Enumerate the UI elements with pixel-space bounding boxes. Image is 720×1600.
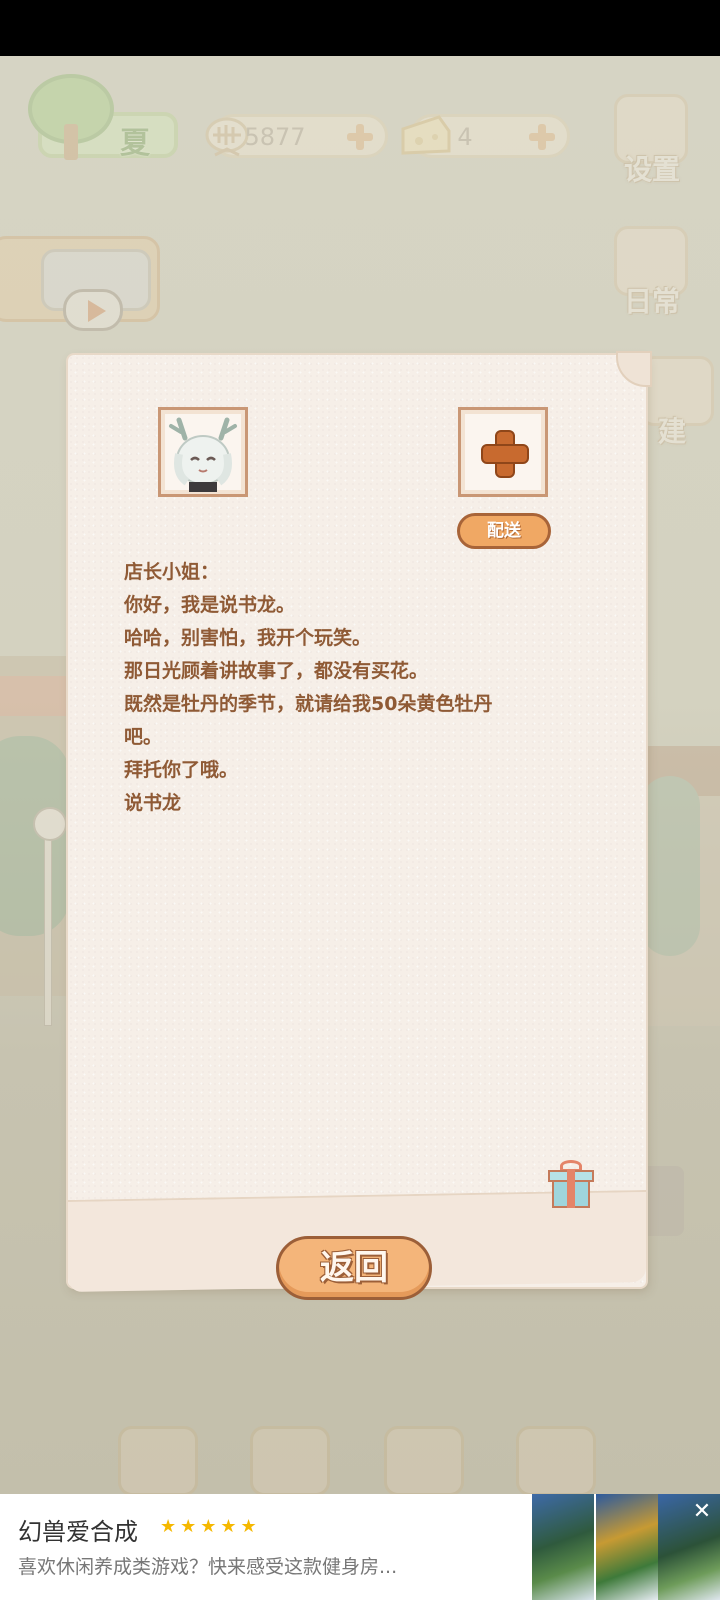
back-button-label: 返回 bbox=[320, 1248, 388, 1288]
back-button[interactable]: 返回 bbox=[276, 1236, 432, 1300]
video-reward-button[interactable] bbox=[0, 236, 160, 331]
letter-line: 哈哈，别害怕，我开个玩笑。 bbox=[124, 627, 372, 649]
bottom-menu-item-2[interactable] bbox=[250, 1426, 330, 1494]
letter-line: 既然是牡丹的季节，就请给我50朵黄色牡丹 bbox=[124, 693, 493, 715]
gift-icon[interactable] bbox=[548, 1160, 594, 1210]
bottom-menu-item-4[interactable] bbox=[516, 1426, 596, 1494]
customer-avatar bbox=[158, 407, 248, 497]
paper-curl bbox=[616, 351, 652, 387]
tree-trunk bbox=[64, 124, 78, 160]
settings-label: 设置 bbox=[623, 153, 680, 186]
letter-line: 吧。 bbox=[124, 726, 163, 748]
letter-line: 拜托你了哦。 bbox=[124, 759, 239, 781]
season-label: 夏 bbox=[120, 126, 150, 161]
letter-signature: 说书龙 bbox=[124, 792, 182, 814]
add-item-slot[interactable] bbox=[458, 407, 548, 497]
deliver-button[interactable]: 配送 bbox=[457, 513, 551, 549]
fish-count: 5877 bbox=[244, 123, 306, 151]
letter-line: 店长小姐： bbox=[124, 561, 220, 583]
cheese-count: 4 bbox=[457, 123, 473, 151]
letter-line: 你好，我是说书龙。 bbox=[124, 594, 296, 616]
status-bar bbox=[0, 0, 720, 56]
letter-line: 那日光顾着讲故事了，都没有买花。 bbox=[124, 660, 429, 682]
daily-button[interactable]: 日常 bbox=[610, 226, 694, 318]
close-icon[interactable]: ✕ bbox=[690, 1500, 714, 1524]
daily-label: 日常 bbox=[623, 285, 680, 318]
play-icon bbox=[63, 289, 123, 331]
tree-right bbox=[640, 776, 700, 956]
ad-banner[interactable]: 幻兽爱合成 ★★★★★ 喜欢休闲养成类游戏？快来感受这款健身房... ✕ bbox=[0, 1494, 720, 1600]
fish-counter: 5877 bbox=[205, 114, 388, 158]
dragon-avatar-icon bbox=[169, 417, 237, 492]
rating-stars: ★★★★★ bbox=[160, 1516, 261, 1537]
season-indicator[interactable]: 夏 bbox=[28, 74, 178, 161]
bottom-menu-item-1[interactable] bbox=[118, 1426, 198, 1494]
ad-title: 幻兽爱合成 bbox=[18, 1518, 138, 1546]
bottom-menu-item-3[interactable] bbox=[384, 1426, 464, 1494]
cheese-counter: 4 bbox=[401, 114, 570, 158]
street-lamp bbox=[33, 807, 67, 1026]
ad-description: 喜欢休闲养成类游戏？快来感受这款健身房... bbox=[18, 1556, 398, 1578]
add-cheese-button[interactable] bbox=[527, 122, 557, 152]
plus-icon bbox=[481, 430, 529, 478]
ad-thumbnail-1 bbox=[532, 1494, 594, 1600]
add-fish-button[interactable] bbox=[345, 122, 375, 152]
settings-button[interactable]: 设置 bbox=[610, 94, 694, 186]
ad-thumbnail-2 bbox=[596, 1494, 658, 1600]
letter-message: 店长小姐： 你好，我是说书龙。 哈哈，别害怕，我开个玩笑。 那日光顾着讲故事了，… bbox=[124, 556, 584, 820]
letter-dialog bbox=[68, 351, 652, 1293]
side-object bbox=[640, 1166, 684, 1236]
